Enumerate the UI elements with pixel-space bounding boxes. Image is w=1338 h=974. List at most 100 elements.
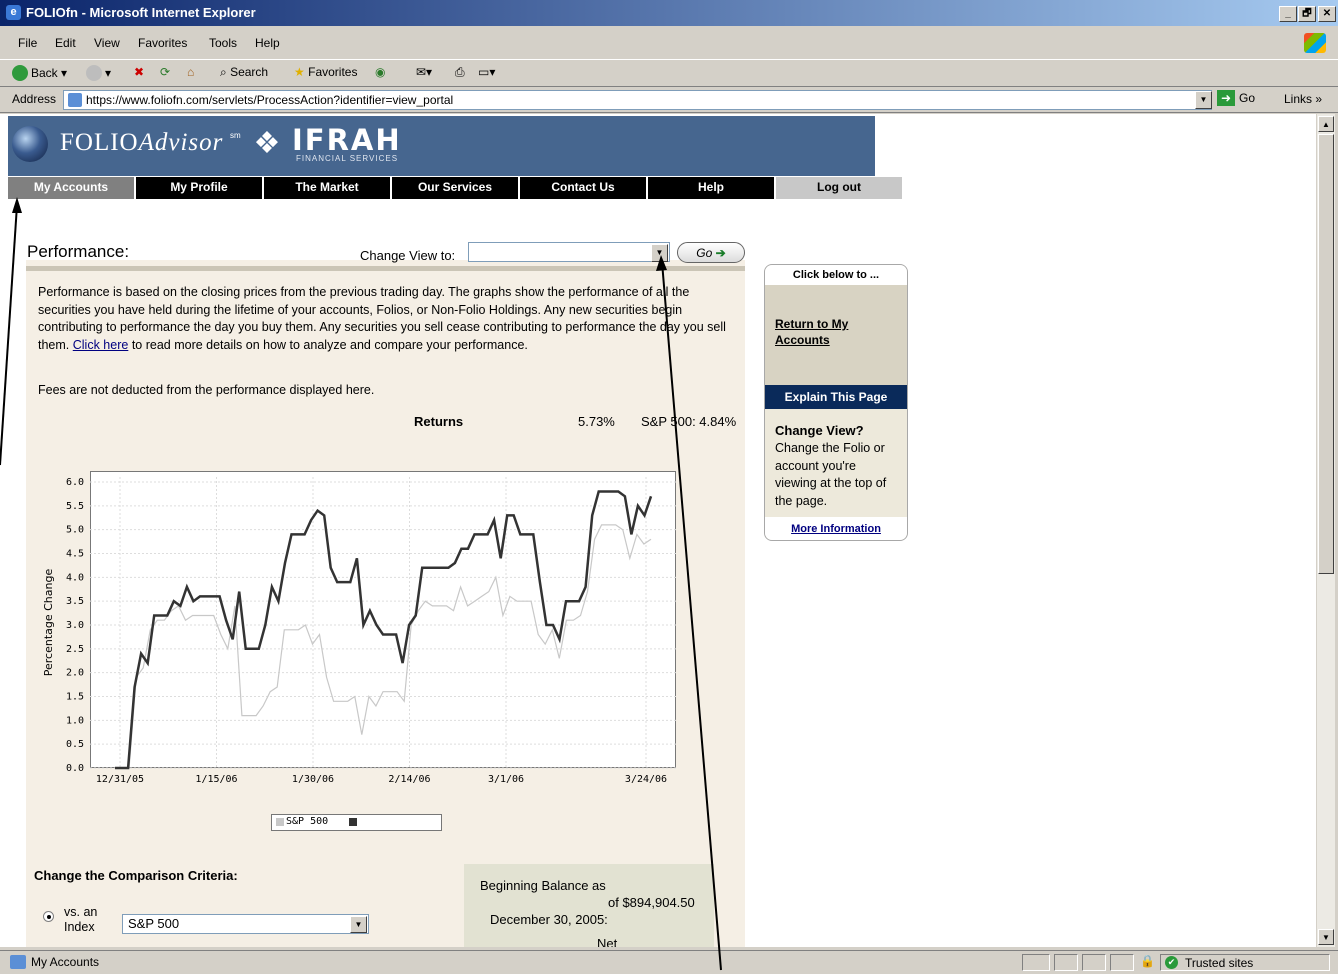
series-line-sp500 [115, 524, 652, 769]
menu-file[interactable]: File [18, 36, 37, 50]
address-dropdown-button[interactable]: ▼ [1195, 91, 1212, 109]
edit-icon[interactable]: ▭▾ [478, 65, 495, 79]
menu-edit[interactable]: Edit [55, 36, 76, 50]
index-select[interactable]: S&P 500 ▼ [122, 914, 369, 934]
close-button[interactable]: ✕ [1318, 6, 1336, 22]
more-information-link[interactable]: More Information [765, 517, 907, 540]
nav-the-market[interactable]: The Market [264, 177, 391, 199]
address-bar: Address https://www.foliofn.com/servlets… [0, 88, 1338, 113]
minimize-button[interactable]: _ [1279, 6, 1297, 22]
links-button[interactable]: Links » [1284, 92, 1322, 106]
explain-page-header: Explain This Page [765, 385, 907, 409]
performance-description: Performance is based on the closing pric… [38, 284, 738, 354]
window-title-bar: e FOLIOfn - Microsoft Internet Explorer … [0, 0, 1338, 26]
menu-help[interactable]: Help [255, 36, 280, 50]
back-button[interactable]: Back ▾ [12, 65, 67, 81]
back-label: Back [31, 66, 58, 80]
ifrah-emblem-icon: ❖ [253, 127, 281, 160]
y-tick-label: 0.5 [66, 739, 84, 750]
go-nav-label: Go [1239, 91, 1256, 105]
vs-index-radio[interactable] [43, 911, 54, 922]
ifrah-subtitle: FINANCIAL SERVICES [296, 154, 399, 163]
nav-log-out[interactable]: Log out [776, 177, 903, 199]
address-input[interactable]: https://www.foliofn.com/servlets/Process… [63, 90, 1212, 110]
favorites-label: Favorites [308, 65, 358, 79]
scroll-up-icon[interactable]: ▲ [1318, 116, 1334, 132]
chart-legend: S&P 500 [271, 814, 442, 831]
vertical-scrollbar[interactable]: ▲ ▼ [1316, 114, 1335, 947]
beginning-balance-label: Beginning Balance as [480, 878, 606, 893]
y-axis-label: Percentage Change [42, 569, 55, 677]
y-tick-label: 5.5 [66, 501, 84, 512]
radio-label-line1: vs. an [64, 905, 98, 919]
refresh-icon[interactable]: ⟳ [160, 65, 170, 79]
chevron-down-icon[interactable]: ▼ [350, 916, 367, 933]
returns-label: Returns [414, 414, 464, 429]
net-label: Net [597, 936, 618, 947]
x-tick-label: 1/30/06 [292, 774, 334, 785]
y-tick-label: 1.0 [66, 715, 84, 726]
nav-help[interactable]: Help [648, 177, 775, 199]
performance-chart: 0.0 0.5 1.0 1.5 2.0 2.5 3.0 3.5 4.0 4.5 5.0 5.5 6.0 1… [42, 477, 676, 785]
x-tick-label: 12/31/05 [96, 774, 144, 785]
chevron-down-icon[interactable]: ▼ [651, 244, 668, 262]
menu-favorites[interactable]: Favorites [138, 36, 187, 50]
change-view-label: Change View to: [360, 248, 456, 263]
nav-contact-us[interactable]: Contact Us [520, 177, 647, 199]
radio-label-line2: Index [64, 920, 95, 934]
return-to-accounts-link[interactable]: Return to My Accounts [775, 316, 895, 348]
address-url: https://www.foliofn.com/servlets/Process… [86, 93, 454, 107]
home-icon[interactable]: ⌂ [187, 65, 194, 79]
go-button-label: Go [696, 246, 713, 260]
print-icon[interactable]: ⎙ [455, 65, 465, 80]
vs-index-label: vs. an Index [64, 905, 97, 935]
go-nav-button[interactable]: ➜ Go [1217, 90, 1255, 106]
logo-advisor-text: Advisor [138, 129, 224, 156]
status-pane [1110, 954, 1134, 971]
zone-pane: ✔ Trusted sites [1160, 954, 1330, 971]
lock-icon: 🔒 [1140, 954, 1155, 968]
side-help-panel: Click below to ... Return to My Accounts… [764, 264, 908, 541]
x-tick-label: 3/24/06 [625, 774, 667, 785]
search-icon: ⌕ [220, 65, 227, 79]
nav-my-profile[interactable]: My Profile [136, 177, 263, 199]
status-pane [1082, 954, 1106, 971]
page-icon [68, 93, 82, 107]
forward-button[interactable]: ▾ [86, 65, 111, 81]
x-tick-label: 3/1/06 [488, 774, 524, 785]
toolbar: Back ▾ ▾ ✖ ⟳ ⌂ ⌕ Search ★ Favorites ◉ ✉▾… [0, 59, 1338, 87]
arrow-right-icon: ➔ [715, 246, 726, 260]
check-icon: ✔ [1165, 956, 1178, 969]
links-label: Links [1284, 92, 1313, 106]
click-here-link[interactable]: Click here [73, 338, 129, 352]
scroll-down-icon[interactable]: ▼ [1318, 929, 1334, 945]
media-icon[interactable]: ◉ [375, 65, 385, 79]
address-label: Address [12, 92, 57, 106]
mail-icon[interactable]: ✉▾ [416, 65, 432, 79]
change-view-select[interactable]: ▼ [468, 242, 670, 262]
menu-tools[interactable]: Tools [209, 36, 237, 50]
status-text: My Accounts [31, 955, 100, 969]
y-tick-label: 3.5 [66, 596, 84, 607]
back-arrow-icon [12, 65, 28, 81]
side-header: Click below to ... [765, 265, 907, 285]
scroll-thumb[interactable] [1318, 134, 1334, 574]
description-text-end: to read more details on how to analyze a… [131, 337, 528, 352]
sp500-return: S&P 500: 4.84% [641, 414, 737, 429]
ie-icon: e [6, 5, 21, 20]
index-select-value: S&P 500 [128, 916, 180, 931]
favorites-button[interactable]: ★ Favorites [294, 65, 357, 79]
menu-view[interactable]: View [94, 36, 120, 50]
page-title: Performance: [27, 242, 130, 261]
search-button[interactable]: ⌕ Search [220, 65, 268, 80]
y-tick-label: 6.0 [66, 477, 84, 488]
divider [26, 266, 745, 271]
go-arrow-icon: ➜ [1217, 90, 1235, 106]
status-pane [1022, 954, 1050, 971]
nav-my-accounts[interactable]: My Accounts [8, 177, 135, 199]
go-button[interactable]: Go ➔ [677, 242, 745, 263]
page-viewport: FOLIOAdvisor sm ❖ IFRAH FINANCIAL SERVIC… [0, 114, 1316, 947]
stop-icon[interactable]: ✖ [134, 65, 144, 79]
maximize-button[interactable]: 🗗 [1298, 6, 1316, 22]
nav-our-services[interactable]: Our Services [392, 177, 519, 199]
